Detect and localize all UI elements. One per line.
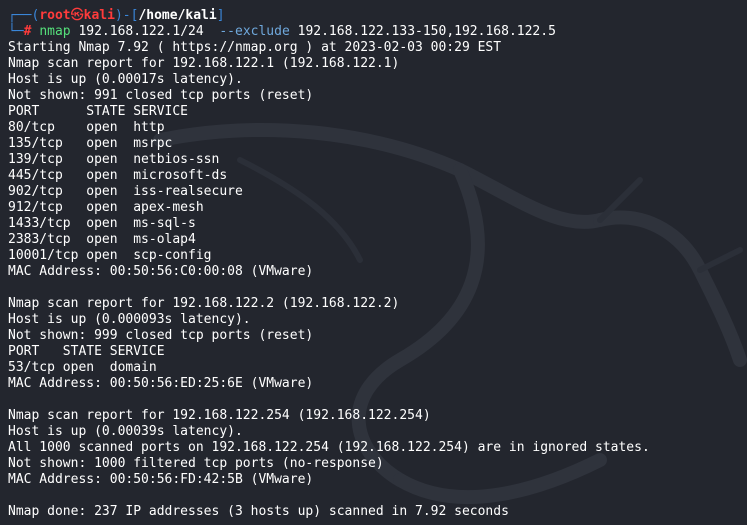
output-line: MAC Address: 00:50:56:C0:00:08 (VMware) bbox=[8, 264, 314, 279]
output-line: Not shown: 991 closed tcp ports (reset) bbox=[8, 88, 314, 103]
output-line: Nmap scan report for 192.168.122.1 (192.… bbox=[8, 56, 400, 71]
output-line: PORT STATE SERVICE bbox=[8, 104, 189, 119]
output-line: 135/tcp open msrpc bbox=[8, 136, 173, 151]
output-line: MAC Address: 00:50:56:ED:25:6E (VMware) bbox=[8, 376, 314, 391]
prompt-path: /home/kali bbox=[138, 8, 217, 23]
command-option-value: 192.168.122.133-150,192.168.122.5 bbox=[297, 24, 556, 39]
output-line: Nmap done: 237 IP addresses (3 hosts up)… bbox=[8, 504, 509, 519]
output-line: 2383/tcp open ms-olap4 bbox=[8, 232, 196, 247]
output-line: 10001/tcp open scp-config bbox=[8, 248, 212, 263]
output-line: Host is up (0.00039s latency). bbox=[8, 424, 243, 439]
output-line: Host is up (0.00017s latency). bbox=[8, 72, 243, 87]
output-line: 80/tcp open http bbox=[8, 120, 165, 135]
output-line: 912/tcp open apex-mesh bbox=[8, 200, 204, 215]
output-line: All 1000 scanned ports on 192.168.122.25… bbox=[8, 440, 650, 455]
output-line: 53/tcp open domain bbox=[8, 360, 157, 375]
prompt-host: kali bbox=[83, 8, 115, 23]
output-line: Host is up (0.000093s latency). bbox=[8, 312, 251, 327]
prompt-suffix: ] bbox=[216, 8, 225, 23]
output-line: PORT STATE SERVICE bbox=[8, 344, 165, 359]
output-line: Nmap scan report for 192.168.122.2 (192.… bbox=[8, 296, 400, 311]
prompt-second-prefix: └─ bbox=[8, 24, 24, 39]
output-line: Nmap scan report for 192.168.122.254 (19… bbox=[8, 408, 431, 423]
output-line: 139/tcp open netbios-ssn bbox=[8, 152, 220, 167]
prompt-prefix: ┌──( bbox=[8, 8, 40, 23]
command-line: └─# nmap 192.168.122.1/24 --exclude 192.… bbox=[8, 24, 743, 40]
command-target: 192.168.122.1/24 bbox=[78, 24, 204, 39]
terminal-window[interactable]: ┌──(root㉿kali)-[/home/kali] └─# nmap 192… bbox=[0, 0, 747, 525]
output-line: Starting Nmap 7.92 ( https://nmap.org ) … bbox=[8, 40, 502, 55]
output-line: Not shown: 1000 filtered tcp ports (no-r… bbox=[8, 456, 384, 471]
output-line: MAC Address: 00:50:56:FD:42:5B (VMware) bbox=[8, 472, 314, 487]
prompt-user: root bbox=[39, 8, 71, 23]
prompt-line-1: ┌──(root㉿kali)-[/home/kali] bbox=[8, 8, 743, 24]
output-line: 445/tcp open microsoft-ds bbox=[8, 168, 228, 183]
prompt-hash: # bbox=[23, 24, 32, 39]
output-line: 1433/tcp open ms-sql-s bbox=[8, 216, 196, 231]
prompt-at-symbol: ㉿ bbox=[70, 8, 84, 23]
command-name: nmap bbox=[39, 24, 71, 39]
command-option: --exclude bbox=[219, 24, 290, 39]
output-line: 902/tcp open iss-realsecure bbox=[8, 184, 243, 199]
terminal-content: ┌──(root㉿kali)-[/home/kali] └─# nmap 192… bbox=[8, 8, 743, 520]
output-line: Not shown: 999 closed tcp ports (reset) bbox=[8, 328, 314, 343]
prompt-mid: )-[ bbox=[114, 8, 139, 23]
